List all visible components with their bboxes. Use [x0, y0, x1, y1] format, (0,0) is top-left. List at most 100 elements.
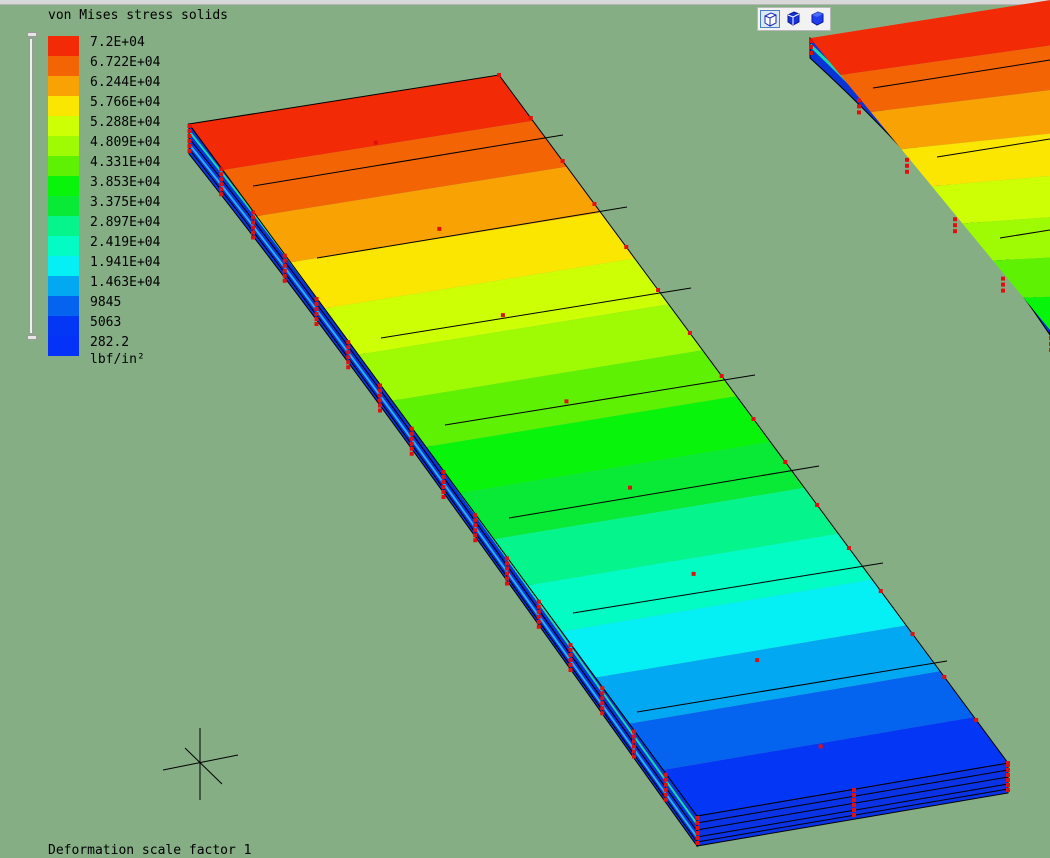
- mesh-node: [628, 486, 632, 490]
- mesh-node: [569, 643, 573, 647]
- mesh-node: [251, 226, 255, 230]
- mesh-node: [251, 231, 255, 235]
- mesh-node: [374, 141, 378, 145]
- second-beam-contour-bands: [810, 0, 1050, 335]
- mesh-node: [564, 399, 568, 403]
- mesh-node: [473, 528, 477, 532]
- solid-view-icon: [808, 10, 826, 26]
- mesh-node: [442, 480, 446, 484]
- mesh-node: [953, 229, 957, 233]
- mesh-node: [505, 562, 509, 566]
- mesh-node: [942, 675, 946, 679]
- mesh-node: [188, 144, 192, 148]
- mesh-node: [905, 158, 909, 162]
- mesh-node: [442, 495, 446, 499]
- legend-color-swatch: [48, 96, 79, 116]
- mesh-node: [378, 409, 382, 413]
- mesh-node: [410, 432, 414, 436]
- legend-value-label: 2.897E+04: [90, 216, 160, 230]
- legend-slider-bottom-handle[interactable]: [27, 335, 37, 340]
- mesh-node: [188, 149, 192, 153]
- mesh-node: [537, 600, 541, 604]
- mesh-node: [346, 350, 350, 354]
- legend-units: lbf/in²: [90, 352, 145, 367]
- mesh-node: [809, 39, 813, 43]
- mesh-node: [600, 711, 604, 715]
- mesh-node: [664, 798, 668, 802]
- legend-color-swatch: [48, 336, 79, 356]
- legend-color-swatch: [48, 76, 79, 96]
- mesh-node: [857, 104, 861, 108]
- mesh-node: [473, 523, 477, 527]
- mesh-node: [473, 538, 477, 542]
- mesh-node: [315, 307, 319, 311]
- mesh-node: [537, 610, 541, 614]
- mesh-node: [251, 216, 255, 220]
- mesh-node: [847, 546, 851, 550]
- legend-value-label: 5063: [90, 316, 121, 330]
- mesh-node: [696, 826, 700, 830]
- mesh-node: [410, 447, 414, 451]
- mesh-node: [251, 211, 255, 215]
- mesh-node: [315, 317, 319, 321]
- orientation-triad: [163, 728, 238, 800]
- legend-color-swatch: [48, 276, 79, 296]
- mesh-node: [1006, 768, 1010, 772]
- mesh-node: [219, 182, 223, 186]
- mesh-node: [283, 279, 287, 283]
- isometric-view-button[interactable]: [760, 10, 780, 28]
- mesh-node: [315, 312, 319, 316]
- mesh-node: [809, 45, 813, 49]
- legend-value-label: 3.375E+04: [90, 196, 160, 210]
- mesh-node: [569, 648, 573, 652]
- mesh-node: [188, 139, 192, 143]
- mesh-node: [378, 384, 382, 388]
- mesh-node: [852, 803, 856, 807]
- mesh-node: [410, 437, 414, 441]
- mesh-node: [569, 658, 573, 662]
- mesh-node: [600, 701, 604, 705]
- mesh-node: [569, 663, 573, 667]
- mesh-node: [283, 254, 287, 258]
- mesh-node: [346, 365, 350, 369]
- mesh-node: [283, 264, 287, 268]
- mesh-node: [1006, 773, 1010, 777]
- mesh-node: [632, 730, 636, 734]
- legend-color-swatch: [48, 36, 79, 56]
- legend-slider-top-handle[interactable]: [27, 32, 37, 37]
- mesh-node: [632, 735, 636, 739]
- mesh-node: [905, 170, 909, 174]
- deformation-scale-label: Deformation scale factor 1: [48, 843, 252, 858]
- mesh-node: [953, 217, 957, 221]
- legend-color-swatch: [48, 176, 79, 196]
- mesh-node: [188, 124, 192, 128]
- mesh-node: [505, 582, 509, 586]
- mesh-node: [600, 696, 604, 700]
- mesh-node: [505, 572, 509, 576]
- mesh-node: [696, 821, 700, 825]
- mesh-node: [442, 490, 446, 494]
- shaded-view-button[interactable]: [784, 10, 804, 28]
- mesh-node: [561, 159, 565, 163]
- legend-range-slider[interactable]: [27, 32, 35, 340]
- legend-color-swatch: [48, 196, 79, 216]
- mesh-node: [497, 73, 501, 77]
- mesh-node: [346, 345, 350, 349]
- mesh-node: [664, 778, 668, 782]
- legend-slider-rail[interactable]: [29, 38, 33, 334]
- mesh-node: [378, 394, 382, 398]
- mesh-node: [974, 718, 978, 722]
- mesh-node: [442, 475, 446, 479]
- mesh-node: [315, 297, 319, 301]
- mesh-node: [537, 615, 541, 619]
- mesh-node: [219, 167, 223, 171]
- mesh-node: [1001, 283, 1005, 287]
- solid-view-button[interactable]: [808, 10, 828, 28]
- mesh-node: [664, 788, 668, 792]
- mesh-node: [1001, 289, 1005, 293]
- mesh-node: [537, 620, 541, 624]
- mesh-node: [1006, 763, 1010, 767]
- mesh-node: [852, 793, 856, 797]
- mesh-node: [315, 322, 319, 326]
- mesh-node: [632, 745, 636, 749]
